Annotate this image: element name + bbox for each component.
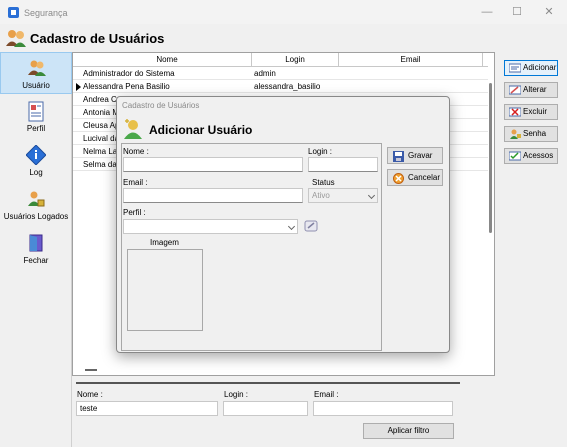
sidebar-item-label: Log (29, 168, 43, 177)
nome-input[interactable] (123, 157, 303, 172)
email-label: Email : (123, 178, 148, 187)
adicionar-button[interactable]: Adicionar (504, 60, 558, 76)
alterar-button[interactable]: Alterar (504, 82, 558, 98)
column-header-login[interactable]: Login (252, 53, 339, 67)
alterar-label: Alterar (523, 85, 547, 94)
cell-nome: Alessandra Pena Basilio (83, 82, 170, 91)
nome-label: Nome : (123, 147, 149, 156)
login-input[interactable] (308, 157, 378, 172)
senha-button[interactable]: Senha (504, 126, 558, 142)
save-disk-icon (393, 151, 404, 162)
excluir-button[interactable]: Excluir (504, 104, 558, 120)
sidebar-item-usuarios-logados[interactable]: Usuários Logados (0, 184, 72, 226)
password-user-icon (510, 129, 521, 139)
edit-icon (509, 85, 521, 95)
cancelar-label: Cancelar (408, 173, 441, 182)
filter-nome-label: Nome : (77, 390, 103, 399)
sidebar-item-label: Usuário (22, 81, 50, 90)
sidebar-item-label: Perfil (26, 124, 46, 133)
window-title: Segurança (24, 8, 68, 18)
acessos-button[interactable]: Acessos (504, 148, 558, 164)
filter-login-input[interactable] (223, 401, 308, 416)
maximize-button[interactable]: ☐ (503, 4, 531, 20)
filter-nome-input[interactable]: teste (76, 401, 218, 416)
cell-login: admin (254, 69, 276, 78)
acessos-label: Acessos (523, 151, 554, 160)
column-header-nome[interactable]: Nome (83, 53, 252, 67)
grid-header: Nome Login Email (73, 53, 488, 67)
access-list-icon (509, 151, 521, 161)
page-title: Cadastro de Usuários (30, 31, 165, 46)
current-row-indicator-icon (76, 83, 81, 91)
status-label: Status (312, 178, 335, 187)
filter-divider (76, 382, 460, 384)
column-header-email[interactable]: Email (339, 53, 483, 67)
title-bar: Segurança — ☐ ✕ (0, 0, 567, 24)
profile-document-icon (28, 101, 44, 122)
status-select[interactable]: Ativo (308, 188, 378, 203)
cell-login: alessandra_basilio (254, 82, 321, 91)
cancelar-button[interactable]: Cancelar (387, 169, 443, 186)
logged-users-icon (28, 191, 45, 207)
user-image-box[interactable] (127, 249, 203, 331)
eraser-icon[interactable] (304, 220, 318, 232)
sidebar: Usuário Perfil Log Usuários Logados Fech… (0, 52, 72, 447)
vertical-scrollbar[interactable] (489, 83, 492, 233)
table-row[interactable]: Alessandra Pena Basilio alessandra_basil… (73, 80, 488, 93)
filter-email-label: Email : (314, 390, 339, 399)
sidebar-item-perfil[interactable]: Perfil (0, 96, 72, 138)
cell-nome: Administrador do Sistema (83, 69, 175, 78)
cancel-icon (393, 173, 404, 184)
chevron-down-icon (287, 222, 296, 231)
log-info-icon (26, 145, 46, 165)
door-exit-icon (29, 234, 43, 252)
dialog-heading: Adicionar Usuário (149, 123, 253, 137)
add-user-icon (509, 63, 521, 73)
imagem-label: Imagem (150, 238, 179, 247)
perfil-select[interactable] (123, 219, 298, 234)
perfil-label: Perfil : (123, 208, 146, 217)
adicionar-label: Adicionar (523, 63, 557, 72)
add-user-dialog: Cadastro de Usuários Adicionar Usuário N… (116, 96, 450, 353)
add-user-icon (124, 119, 142, 139)
sidebar-item-label: Fechar (23, 256, 49, 265)
delete-icon (509, 107, 521, 117)
senha-label: Senha (523, 129, 547, 138)
filter-login-label: Login : (224, 390, 249, 399)
users-icon (28, 60, 46, 76)
close-button[interactable]: ✕ (535, 4, 563, 20)
sidebar-item-fechar[interactable]: Fechar (0, 228, 72, 270)
minimize-button[interactable]: — (473, 4, 501, 20)
email-input[interactable] (123, 188, 303, 203)
filter-email-input[interactable] (313, 401, 453, 416)
sidebar-item-label: Usuários Logados (3, 212, 69, 221)
dialog-title: Cadastro de Usuários (122, 101, 200, 110)
horizontal-scrollbar[interactable] (85, 369, 97, 371)
status-value: Ativo (312, 191, 330, 200)
chevron-down-icon (367, 191, 376, 200)
login-label: Login : (308, 147, 333, 156)
excluir-label: Excluir (523, 107, 548, 116)
apply-filter-button[interactable]: Aplicar filtro (363, 423, 454, 439)
gravar-button[interactable]: Gravar (387, 147, 443, 164)
table-row[interactable]: Administrador do Sistema admin (73, 67, 488, 80)
gravar-label: Gravar (408, 151, 433, 160)
user-form-panel: Nome : Login : Email : Status Ativo Perf… (121, 143, 382, 351)
sidebar-item-usuario[interactable]: Usuário (0, 52, 72, 94)
app-shield-icon (8, 7, 19, 18)
users-header-icon (6, 30, 26, 47)
sidebar-item-log[interactable]: Log (0, 140, 72, 182)
